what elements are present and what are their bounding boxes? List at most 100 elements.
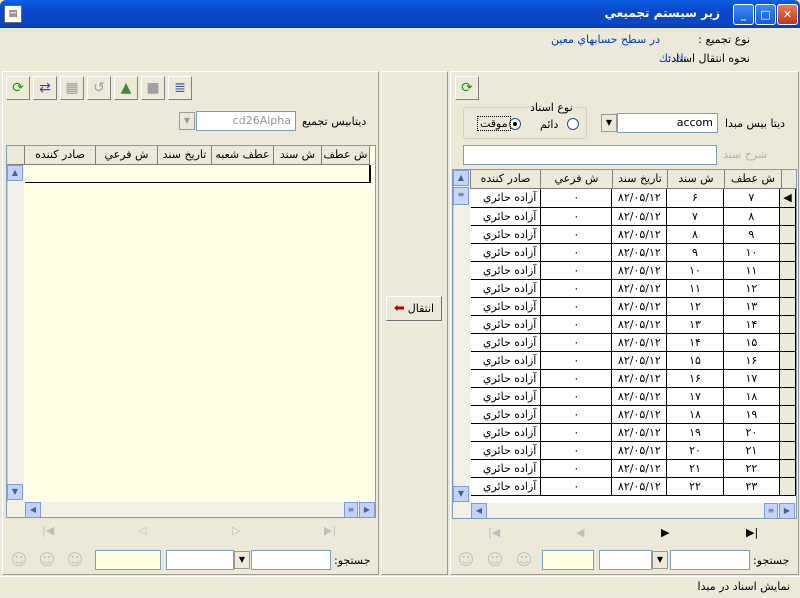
nav-prev-icon[interactable]: ◀	[576, 526, 584, 539]
target-search-combo[interactable]	[166, 550, 234, 570]
target-grid[interactable]: صادر كننده ش فرعي تاريخ سند عطف شعبه ش س…	[6, 145, 376, 518]
col-sub-number[interactable]: ش فرعي	[96, 146, 158, 165]
source-search-field[interactable]	[670, 550, 750, 570]
doc-description-input[interactable]	[463, 145, 717, 165]
col-sub-number[interactable]: ش فرعي	[541, 170, 613, 189]
table-row[interactable]: آزاده حائري ۰ ۸۲/۰۵/۱۲ ۷ ۸	[471, 207, 796, 226]
minimize-button[interactable]: _	[733, 4, 754, 25]
face-icon[interactable]: ☺	[8, 549, 30, 571]
scroll-right-icon[interactable]: ▶	[359, 502, 375, 517]
col-issuer[interactable]: صادر كننده	[25, 146, 96, 165]
row-indicator[interactable]	[779, 387, 796, 406]
radio-permanent[interactable]	[567, 118, 579, 130]
table-row[interactable]: آزاده حائري ۰ ۸۲/۰۵/۱۲ ۱۰ ۱۱	[471, 261, 796, 280]
face-icon[interactable]: ☺	[455, 549, 477, 571]
scroll-down-icon[interactable]: ▼	[453, 486, 469, 502]
face-icon-2[interactable]: ☺	[484, 549, 506, 571]
source-refresh-icon[interactable]: ⟳	[455, 76, 479, 100]
scroll-thumb[interactable]: ≡	[453, 187, 469, 205]
table-row[interactable]: آزاده حائري ۰ ۸۲/۰۵/۱۲ ۱۴ ۱۵	[471, 333, 796, 352]
refresh-icon[interactable]: ⟳	[6, 76, 30, 100]
col-doc-number[interactable]: ش سند	[274, 146, 322, 165]
transfer-icon[interactable]: ⇄	[33, 76, 57, 100]
row-indicator[interactable]	[779, 333, 796, 352]
scroll-thumb[interactable]: ≡	[344, 502, 358, 517]
face-icon-3[interactable]: ☺	[513, 549, 535, 571]
table-row[interactable]: آزاده حائري ۰ ۸۲/۰۵/۱۲ ۸ ۹	[471, 225, 796, 244]
target-search-input[interactable]	[95, 550, 161, 570]
table-row[interactable]: آزاده حائري ۰ ۸۲/۰۵/۱۲ ۶ ۷ ◀	[471, 189, 796, 208]
table-row[interactable]: آزاده حائري ۰ ۸۲/۰۵/۱۲ ۱۱ ۱۲	[471, 279, 796, 298]
target-db-field[interactable]: cd26Alpha	[196, 111, 296, 131]
stop-icon[interactable]: ■	[141, 76, 165, 100]
nav-last-icon[interactable]: ▶|	[746, 526, 758, 539]
row-indicator[interactable]	[779, 315, 796, 334]
col-issuer[interactable]: صادر كننده	[471, 170, 541, 189]
table-row[interactable]: آزاده حائري ۰ ۸۲/۰۵/۱۲ ۱۳ ۱۴	[471, 315, 796, 334]
row-indicator[interactable]	[779, 477, 796, 496]
nav-prev-icon[interactable]: ◁	[138, 524, 146, 537]
table-row[interactable]: آزاده حائري ۰ ۸۲/۰۵/۱۲ ۲۱ ۲۲	[471, 459, 796, 478]
row-indicator[interactable]	[779, 441, 796, 460]
source-db-field[interactable]: accom	[617, 113, 718, 133]
nav-first-icon[interactable]: |◀	[42, 524, 54, 537]
source-rows[interactable]: آزاده حائري ۰ ۸۲/۰۵/۱۲ ۶ ۷ ◀ آزاده حائري ۰ ۸۲/۰۵…	[471, 189, 796, 496]
table-row[interactable]: آزاده حائري ۰ ۸۲/۰۵/۱۲ ۱۷ ۱۸	[471, 387, 796, 406]
radio-temporary[interactable]	[509, 118, 521, 130]
target-search-field[interactable]	[251, 550, 331, 570]
row-indicator[interactable]	[779, 279, 796, 298]
undo-icon[interactable]: ↺	[87, 76, 111, 100]
transfer-button[interactable]: ⬅ انتقال	[386, 296, 442, 321]
source-vscroll[interactable]	[453, 170, 470, 503]
app-icon[interactable]: ▤	[4, 5, 22, 23]
row-indicator[interactable]	[779, 207, 796, 226]
source-search-dropdown[interactable]: ▼	[652, 551, 668, 569]
report-icon[interactable]: ≣	[168, 76, 192, 100]
scroll-left-icon[interactable]: ◀	[471, 503, 487, 518]
row-indicator[interactable]	[779, 369, 796, 388]
row-indicator[interactable]	[779, 297, 796, 316]
scroll-down-icon[interactable]: ▼	[7, 484, 23, 500]
row-indicator[interactable]	[779, 459, 796, 478]
scroll-left-icon[interactable]: ◀	[25, 502, 41, 517]
nav-last-icon[interactable]: ▶|	[324, 524, 336, 537]
scroll-up-icon[interactable]: ▲	[7, 165, 23, 181]
maximize-button[interactable]: □	[755, 4, 776, 25]
source-grid[interactable]: صادر كننده ش فرعي تاريخ سند ش سند ش عطف …	[452, 169, 797, 519]
target-search-dropdown[interactable]: ▼	[234, 551, 250, 569]
table-row[interactable]: آزاده حائري ۰ ۸۲/۰۵/۱۲ ۱۸ ۱۹	[471, 405, 796, 424]
col-doc-date[interactable]: تاريخ سند	[613, 170, 668, 189]
scroll-up-icon[interactable]: ▲	[453, 170, 469, 186]
scroll-right-icon[interactable]: ▶	[779, 503, 795, 518]
nav-next-icon[interactable]: ▷	[232, 524, 240, 537]
row-indicator[interactable]	[779, 243, 796, 262]
target-vscroll[interactable]	[7, 165, 24, 502]
col-branch-ref[interactable]: عطف شعبه	[212, 146, 274, 165]
table-row[interactable]: آزاده حائري ۰ ۸۲/۰۵/۱۲ ۲۲ ۲۳	[471, 477, 796, 496]
col-ref-number[interactable]: ش عطف	[322, 146, 370, 165]
row-indicator[interactable]	[779, 405, 796, 424]
col-doc-number[interactable]: ش سند	[668, 170, 725, 189]
row-indicator[interactable]	[779, 351, 796, 370]
table-row[interactable]: آزاده حائري ۰ ۸۲/۰۵/۱۲ ۱۶ ۱۷	[471, 369, 796, 388]
chart-icon[interactable]: ▲	[114, 76, 138, 100]
source-search-input[interactable]	[542, 550, 594, 570]
table-row[interactable]: آزاده حائري ۰ ۸۲/۰۵/۱۲ ۲۰ ۲۱	[471, 441, 796, 460]
col-ref-number[interactable]: ش عطف	[725, 170, 782, 189]
source-db-dropdown[interactable]: ▼	[601, 114, 617, 132]
target-db-dropdown[interactable]: ▼	[179, 112, 195, 130]
row-indicator[interactable]	[779, 261, 796, 280]
table-row[interactable]: آزاده حائري ۰ ۸۲/۰۵/۱۲ ۹ ۱۰	[471, 243, 796, 262]
source-hscroll[interactable]	[453, 503, 796, 518]
source-search-combo[interactable]	[599, 550, 652, 570]
empty-row[interactable]	[25, 165, 371, 183]
table-row[interactable]: آزاده حائري ۰ ۸۲/۰۵/۱۲ ۱۹ ۲۰	[471, 423, 796, 442]
nav-next-icon[interactable]: ▶	[661, 526, 669, 539]
current-row-indicator-icon[interactable]: ◀	[779, 189, 796, 208]
col-doc-date[interactable]: تاريخ سند	[158, 146, 212, 165]
table-row[interactable]: آزاده حائري ۰ ۸۲/۰۵/۱۲ ۱۲ ۱۳	[471, 297, 796, 316]
nav-first-icon[interactable]: |◀	[488, 526, 500, 539]
face-icon-2[interactable]: ☺	[36, 549, 58, 571]
close-button[interactable]: ✕	[777, 4, 798, 25]
target-hscroll[interactable]	[7, 502, 375, 517]
